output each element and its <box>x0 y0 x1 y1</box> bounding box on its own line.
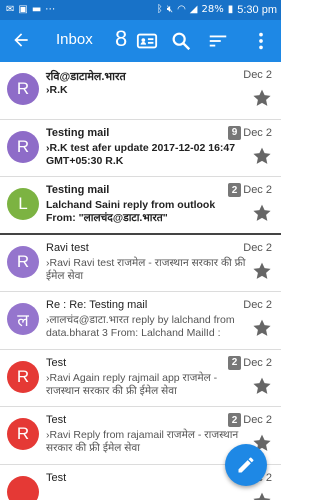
message-row[interactable]: ल Re : Re: Testing mail Dec 2 ›लालचंद@डाटा.… <box>0 292 281 350</box>
message-preview: ›Ravi Again reply rajmail app राजमेल - र… <box>46 371 218 397</box>
message-sender: रवि@डाटामेल.भारत <box>46 71 126 83</box>
star-icon[interactable] <box>252 146 272 166</box>
message-sender: Testing mail <box>46 184 110 196</box>
notification-more-icon: ⋯ <box>45 4 56 15</box>
message-date: Dec 2 <box>243 414 272 426</box>
message-row[interactable]: L Testing mail 2 Dec 2 Lalchand Saini reply … <box>0 177 281 235</box>
star-icon[interactable] <box>252 376 272 396</box>
message-preview: ›R.K test afer update 2017-12-02 16:47 G… <box>46 141 236 167</box>
message-preview: ›R.K <box>46 84 68 96</box>
thread-count-badge: 2 <box>228 413 241 427</box>
message-date: Dec 2 <box>243 299 272 311</box>
star-icon[interactable] <box>252 261 272 281</box>
battery-icon: ▮ <box>227 4 234 15</box>
page-title: Inbox <box>56 31 93 48</box>
message-date: Dec 2 <box>243 241 272 254</box>
thread-count-badge: 9 <box>228 125 241 140</box>
thread-count-badge: 2 <box>228 183 241 197</box>
clock: 5:30 pm <box>237 4 277 16</box>
pencil-icon <box>238 457 254 473</box>
message-sender: Re : Re: Testing mail <box>46 299 148 311</box>
signal-icon: ◢ <box>189 4 198 15</box>
message-preview: ›Ravi Reply from rajamail राजमेल - राजस्… <box>46 429 239 454</box>
message-sender: Test <box>46 356 67 369</box>
message-list: R रवि@डाटामेल.भारत Dec 2 ›R.K R Testing mail 9… <box>0 62 281 500</box>
message-sender: Test <box>46 471 67 484</box>
avatar: ल <box>7 303 39 335</box>
avatar: R <box>7 245 39 278</box>
message-preview: Lalchand Saini reply from outlook From: … <box>46 199 216 224</box>
star-icon[interactable] <box>252 491 272 500</box>
star-icon[interactable] <box>252 88 272 108</box>
notification-mail-icon: ✉ <box>6 4 15 15</box>
message-sender: Testing mail <box>46 126 110 139</box>
message-preview: ›लालचंद@डाटा.भारत reply by lalchand from… <box>46 314 235 339</box>
search-icon[interactable] <box>170 30 192 52</box>
message-date: Dec 2 <box>243 184 272 196</box>
avatar: R <box>7 360 39 393</box>
avatar: R <box>7 73 39 105</box>
star-icon[interactable] <box>252 318 272 338</box>
bluetooth-icon: ᛒ <box>156 4 163 15</box>
battery-percent: 28% <box>201 4 224 15</box>
status-right: ᛒ 🔇︎ ◠ ◢ 28% ▮ 5:30 pm <box>157 4 277 16</box>
avatar: L <box>7 188 39 220</box>
message-preview: ›Ravi Ravi test राजमेल - राजस्थान सरकार … <box>46 256 246 282</box>
message-row[interactable]: R Testing mail 9 Dec 2 ›R.K test afer update… <box>0 119 281 177</box>
avatar <box>7 475 39 500</box>
unread-count: 8 <box>115 26 128 51</box>
message-date: Dec 2 <box>243 356 272 369</box>
more-options-icon[interactable] <box>250 30 272 52</box>
star-icon[interactable] <box>252 203 272 223</box>
status-bar: ✉ ▣ ▬ ⋯ ᛒ 🔇︎ ◠ ◢ 28% ▮ 5:30 pm <box>0 0 281 20</box>
contact-card-icon[interactable] <box>136 30 158 52</box>
notification-photo-icon: ▣ <box>18 4 28 15</box>
avatar: R <box>7 418 39 450</box>
toolbar: Inbox 8 <box>0 20 281 62</box>
wifi-icon: ◠ <box>177 4 186 15</box>
message-date: Dec 2 <box>243 69 272 81</box>
thread-count-badge: 2 <box>228 355 241 370</box>
message-row[interactable]: R Test 2 Dec 2 ›Ravi Again reply rajmail app… <box>0 349 281 407</box>
message-date: Dec 2 <box>243 126 272 139</box>
compose-button[interactable] <box>225 444 267 486</box>
message-sender: Ravi test <box>46 241 89 254</box>
status-left: ✉ ▣ ▬ ⋯ <box>6 5 55 15</box>
sort-icon[interactable] <box>207 30 229 52</box>
mute-icon: 🔇︎ <box>166 4 174 15</box>
avatar: R <box>7 130 39 163</box>
back-arrow-icon[interactable] <box>11 30 31 50</box>
message-row[interactable]: R रवि@डाटामेल.भारत Dec 2 ›R.K <box>0 62 281 120</box>
message-row[interactable]: R Ravi test Dec 2 ›Ravi Ravi test राजमेल - … <box>0 234 281 292</box>
notification-message-icon: ▬ <box>31 4 42 15</box>
message-sender: Test <box>46 414 67 426</box>
